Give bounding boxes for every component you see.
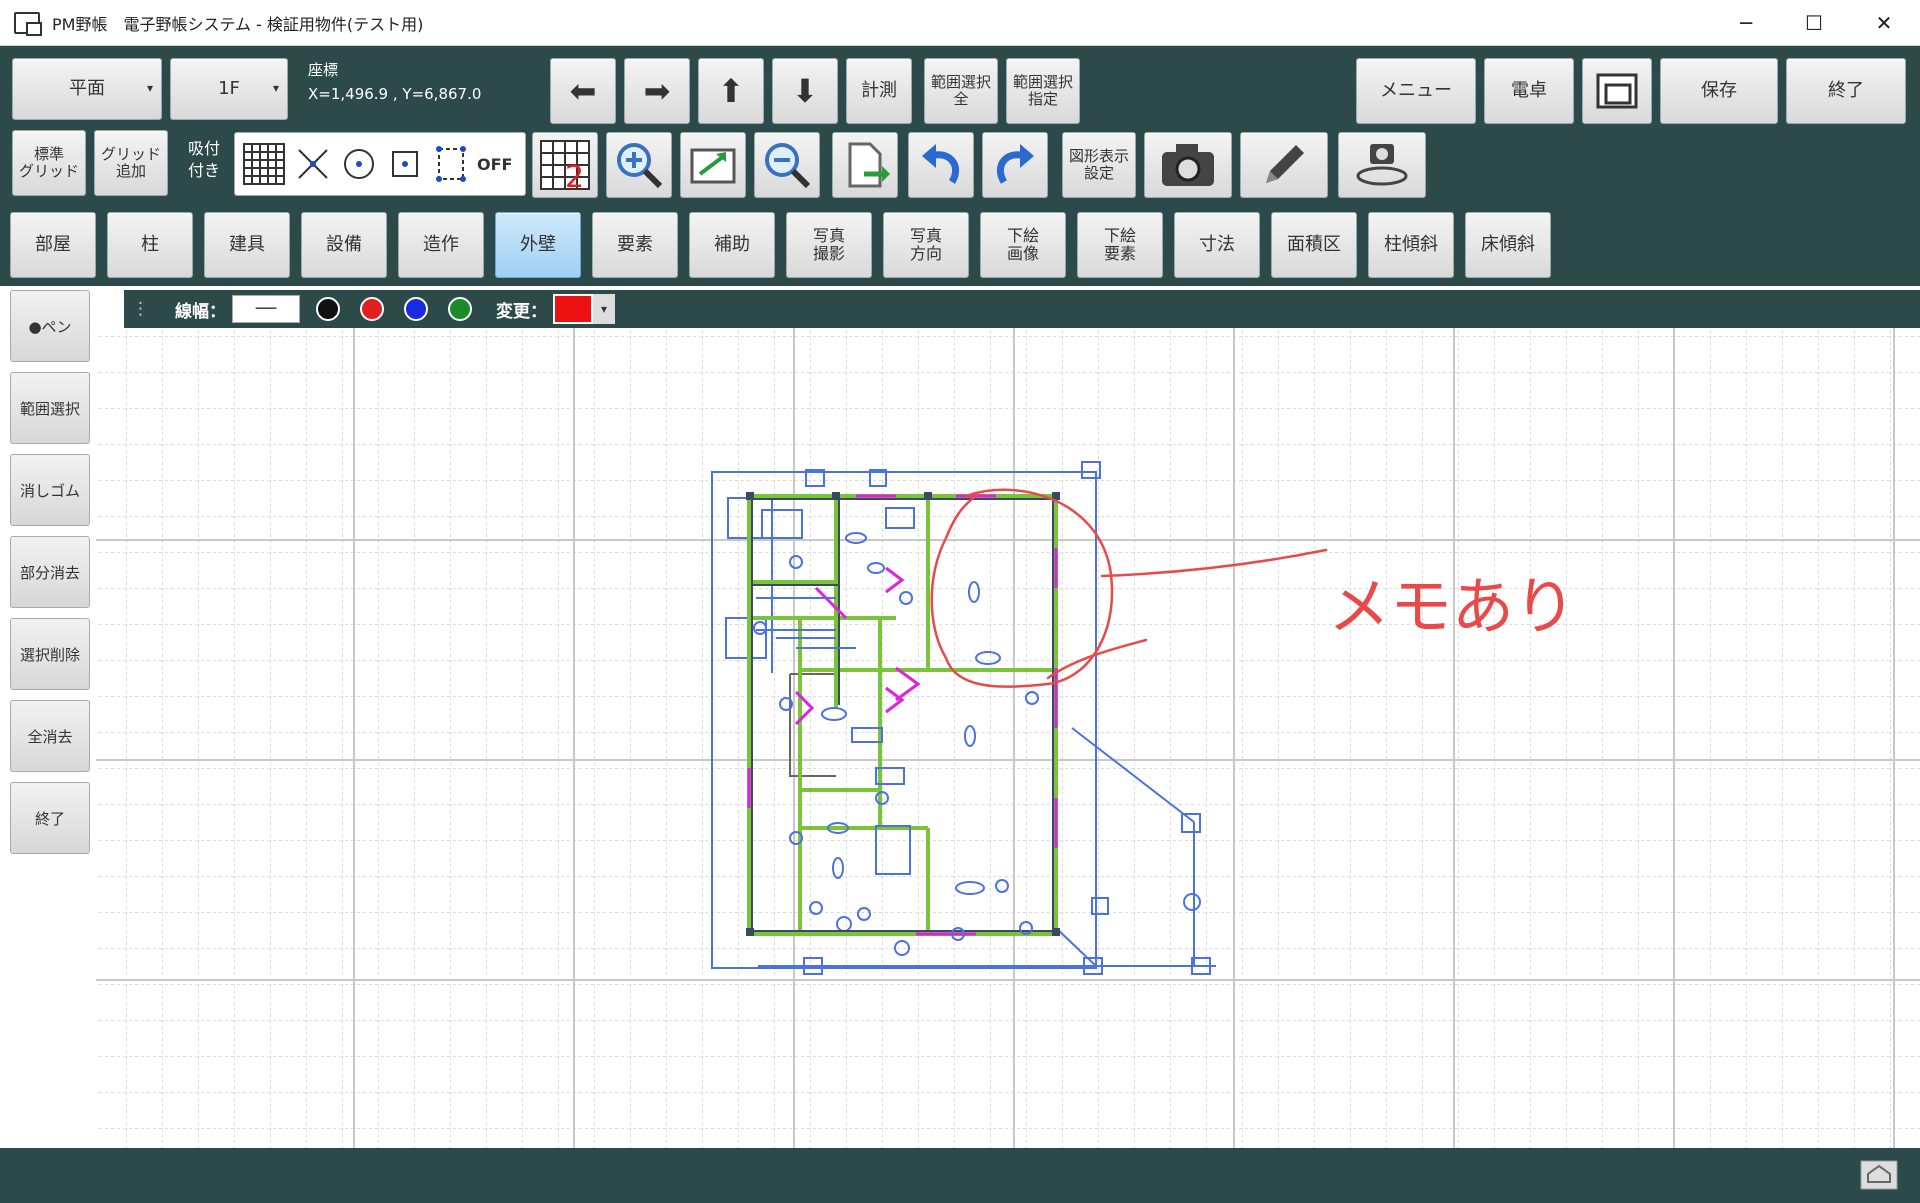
pen-button[interactable] bbox=[1240, 132, 1328, 198]
category-button[interactable]: 寸法 bbox=[1174, 212, 1260, 278]
zoom-in-icon bbox=[617, 143, 663, 189]
floor-plan-drawing[interactable]: メモあり bbox=[96, 328, 1920, 1148]
nav-up-button[interactable]: ⬆ bbox=[698, 58, 764, 124]
category-button[interactable]: 床傾斜 bbox=[1465, 212, 1551, 278]
pen-color-dot[interactable] bbox=[316, 297, 340, 321]
sidebar-tool-button[interactable]: 選択削除 bbox=[10, 618, 90, 690]
line-width-label: 線幅： bbox=[175, 301, 226, 322]
color-dropdown-icon[interactable]: ▾ bbox=[593, 294, 615, 324]
fit-view-button[interactable] bbox=[680, 132, 746, 198]
app-icon bbox=[14, 11, 42, 36]
app-window: PM野帳 電子野帳システム - 検証用物件(テスト用) ─ ☐ ✕ 平面 1F … bbox=[0, 0, 1920, 1203]
status-bar bbox=[0, 1148, 1920, 1203]
measure-button[interactable]: 計測 bbox=[846, 58, 912, 124]
drawing-tools-sidebar: ●ペン範囲選択消しゴム部分消去選択削除全消去終了 bbox=[0, 286, 96, 1148]
sidebar-tool-button[interactable]: 部分消去 bbox=[10, 536, 90, 608]
sidebar-tool-button[interactable]: 終了 bbox=[10, 782, 90, 854]
close-button[interactable]: ✕ bbox=[1850, 0, 1918, 46]
layer-grid-icon: 2 bbox=[540, 140, 590, 193]
360-camera-button[interactable] bbox=[1338, 132, 1426, 198]
window-title: PM野帳 電子野帳システム - 検証用物件(テスト用) bbox=[52, 14, 424, 34]
grid-snap-icon[interactable] bbox=[241, 141, 287, 187]
center-snap-icon[interactable] bbox=[339, 144, 379, 184]
coordinates-display: 座標 X=1,496.9 , Y=6,867.0 bbox=[308, 58, 481, 106]
nav-right-button[interactable]: ➡ bbox=[624, 58, 690, 124]
home-icon[interactable] bbox=[1860, 1160, 1898, 1190]
pen-color-dot[interactable] bbox=[404, 297, 428, 321]
pen-color-dot[interactable] bbox=[448, 297, 472, 321]
category-button[interactable]: 要素 bbox=[592, 212, 678, 278]
zoom-in-button[interactable] bbox=[606, 132, 672, 198]
zoom-out-icon bbox=[765, 143, 811, 189]
sidebar-tool-button[interactable]: ●ペン bbox=[10, 290, 90, 362]
view-select[interactable]: 平面 bbox=[12, 58, 162, 120]
window-switch-icon bbox=[1596, 73, 1638, 109]
floor-select[interactable]: 1F bbox=[170, 58, 288, 120]
bar-grip-icon: ⋮ bbox=[132, 299, 149, 319]
category-button[interactable]: 造作 bbox=[398, 212, 484, 278]
coords-value: X=1,496.9 , Y=6,867.0 bbox=[308, 85, 482, 103]
category-button[interactable]: 面積区 bbox=[1271, 212, 1357, 278]
360-camera-icon bbox=[1356, 144, 1408, 186]
maximize-button[interactable]: ☐ bbox=[1780, 0, 1848, 46]
range-select-all-button[interactable]: 範囲選択 全 bbox=[924, 58, 998, 124]
undo-button[interactable] bbox=[908, 132, 974, 198]
nav-left-button[interactable]: ⬅ bbox=[550, 58, 616, 124]
pencil-icon bbox=[1266, 145, 1304, 183]
category-button[interactable]: 建具 bbox=[204, 212, 290, 278]
category-button[interactable]: 下絵 画像 bbox=[980, 212, 1066, 278]
category-button[interactable]: 写真 撮影 bbox=[786, 212, 872, 278]
line-width-select[interactable]: ── bbox=[232, 295, 300, 323]
export-button[interactable] bbox=[832, 132, 898, 198]
add-grid-button[interactable]: グリッド 追加 bbox=[94, 130, 168, 196]
calculator-button[interactable]: 電卓 bbox=[1484, 58, 1574, 124]
sidebar-tool-button[interactable]: 全消去 bbox=[10, 700, 90, 772]
current-color-swatch[interactable] bbox=[553, 294, 593, 324]
figure-display-settings-button[interactable]: 図形表示 設定 bbox=[1062, 132, 1136, 198]
document-export-icon bbox=[848, 142, 890, 188]
category-button[interactable]: 外壁 bbox=[495, 212, 581, 278]
category-button[interactable]: 柱 bbox=[107, 212, 193, 278]
redo-button[interactable] bbox=[982, 132, 1048, 198]
endpoint-snap-icon[interactable] bbox=[385, 144, 425, 184]
snap-options: OFF bbox=[234, 132, 526, 196]
minimize-button[interactable]: ─ bbox=[1712, 0, 1780, 46]
intersection-snap-icon[interactable] bbox=[293, 144, 333, 184]
category-button[interactable]: 部屋 bbox=[10, 212, 96, 278]
window-switch-button[interactable] bbox=[1582, 58, 1652, 124]
drawing-canvas[interactable]: メモあり bbox=[96, 328, 1920, 1148]
pen-color-dot[interactable] bbox=[360, 297, 384, 321]
snap-label: 吸付 付き bbox=[187, 139, 220, 181]
zoom-out-button[interactable] bbox=[754, 132, 820, 198]
category-button[interactable]: 写真 方向 bbox=[883, 212, 969, 278]
nav-down-button[interactable]: ⬇ bbox=[772, 58, 838, 124]
memo-text: メモあり bbox=[1328, 570, 1576, 643]
save-button[interactable]: 保存 bbox=[1660, 58, 1778, 124]
corner-snap-icon[interactable] bbox=[431, 141, 471, 187]
coords-label: 座標 bbox=[308, 61, 339, 79]
camera-icon bbox=[1162, 144, 1214, 186]
snap-off-label[interactable]: OFF bbox=[477, 155, 512, 174]
sidebar-tool-button[interactable]: 範囲選択 bbox=[10, 372, 90, 444]
pen-options-bar: ⋮ 線幅： ── 変更： ▾ bbox=[124, 290, 1920, 328]
menu-button[interactable]: メニュー bbox=[1356, 58, 1476, 124]
camera-button[interactable] bbox=[1144, 132, 1232, 198]
standard-grid-button[interactable]: 標準 グリッド bbox=[12, 130, 86, 196]
minor-grid bbox=[96, 328, 1920, 1148]
category-button[interactable]: 下絵 要素 bbox=[1077, 212, 1163, 278]
exit-button[interactable]: 終了 bbox=[1786, 58, 1906, 124]
layer-number: 2 bbox=[565, 160, 584, 193]
category-button[interactable]: 設備 bbox=[301, 212, 387, 278]
fit-view-icon bbox=[690, 148, 736, 184]
layer-button[interactable]: 2 bbox=[532, 132, 598, 198]
change-color-label: 変更： bbox=[496, 301, 547, 322]
undo-icon bbox=[922, 144, 960, 184]
range-select-spec-button[interactable]: 範囲選択 指定 bbox=[1006, 58, 1080, 124]
pen-color-palette bbox=[306, 297, 482, 321]
redo-icon bbox=[996, 144, 1034, 184]
category-button[interactable]: 補助 bbox=[689, 212, 775, 278]
sidebar-tool-button[interactable]: 消しゴム bbox=[10, 454, 90, 526]
title-bar: PM野帳 電子野帳システム - 検証用物件(テスト用) ─ ☐ ✕ bbox=[0, 0, 1920, 46]
category-button[interactable]: 柱傾斜 bbox=[1368, 212, 1454, 278]
